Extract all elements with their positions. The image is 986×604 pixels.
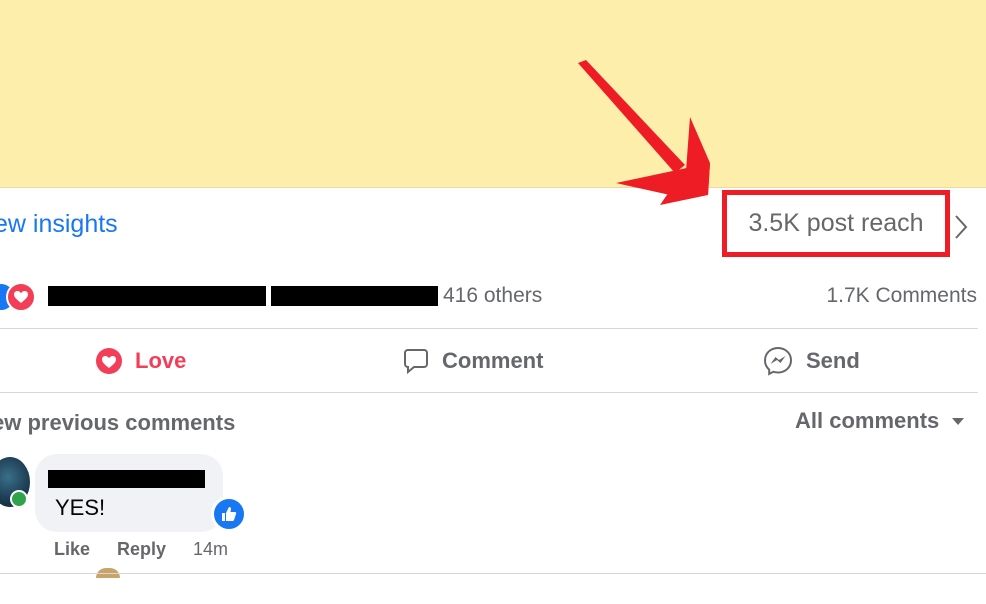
comment-icon — [404, 349, 428, 375]
comment-label: Comment — [442, 348, 544, 373]
comment-text: YES! — [55, 495, 106, 520]
comment-timestamp[interactable]: 14m — [193, 539, 228, 560]
bottom-divider — [0, 573, 986, 574]
post-image[interactable] — [0, 0, 986, 188]
comment-button[interactable]: Comment — [402, 342, 543, 380]
love-icon — [96, 348, 122, 374]
view-previous-comments-link[interactable]: ew previous comments — [0, 410, 235, 436]
redacted-name-1 — [48, 286, 266, 306]
send-label: Send — [806, 348, 860, 373]
comment-like-link[interactable]: Like — [54, 539, 90, 560]
reaction-summary[interactable]: 416 others — [443, 284, 542, 308]
reaction-icons[interactable] — [0, 282, 48, 312]
online-status-indicator — [10, 490, 28, 508]
annotation-arrow — [578, 60, 710, 205]
comment-filter-dropdown[interactable]: All comments — [795, 408, 965, 434]
love-button[interactable]: Love — [95, 342, 186, 380]
love-reaction-icon — [6, 282, 36, 312]
redacted-commenter-name — [48, 470, 205, 488]
send-button[interactable]: Send — [762, 342, 860, 380]
comment-reply-link[interactable]: Reply — [117, 539, 166, 560]
post-reach-highlight: 3.5K post reach — [722, 190, 950, 257]
comments-count[interactable]: 1.7K Comments — [826, 284, 977, 308]
action-divider-bottom — [0, 392, 978, 393]
view-insights-link[interactable]: ew insights — [0, 210, 118, 239]
post-reach-text[interactable]: 3.5K post reach — [748, 209, 923, 238]
caret-down-icon — [952, 418, 965, 425]
comment-filter-label: All comments — [795, 408, 940, 433]
chevron-right-icon[interactable] — [954, 214, 968, 240]
comment-like-badge — [211, 496, 247, 532]
thumbs-up-icon — [222, 507, 237, 521]
image-divider — [0, 187, 986, 188]
redacted-name-2 — [271, 286, 438, 306]
messenger-send-icon — [763, 346, 793, 376]
action-divider-top — [0, 328, 978, 329]
love-label: Love — [135, 348, 187, 373]
